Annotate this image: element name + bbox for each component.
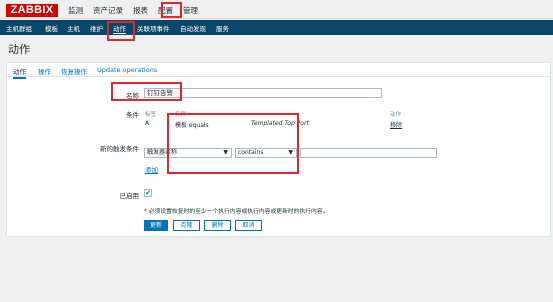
clone-button[interactable]: 克隆 (173, 220, 200, 231)
chevron-down-icon: ▼ (288, 149, 293, 156)
new-condition-label: 新的触发条件 (100, 145, 139, 153)
update-button[interactable]: 更新 (144, 220, 168, 231)
menu-item-inventory[interactable]: 资产记录 (93, 5, 123, 16)
menu-item-reports[interactable]: 报表 (133, 5, 148, 16)
cond-row-label: A (145, 120, 150, 127)
cond-header-action: 动作 (390, 112, 402, 118)
zabbix-logo[interactable]: ZABBIX (6, 4, 58, 17)
tab-bar: 动作 操作 恢复操作 Update operations (7, 63, 550, 79)
subnav-item-services[interactable]: 服务 (216, 23, 229, 33)
enabled-label: 已启用 (119, 192, 140, 200)
delete-button[interactable]: 删除 (204, 220, 231, 231)
sub-navigation: 主机群组 模板 主机 维护 动作 关联项事件 自动发现 服务 (0, 20, 553, 35)
tab-update-operations[interactable]: Update operations (97, 66, 157, 74)
add-condition-link[interactable]: 添加 (145, 164, 158, 174)
cond-header-label: 标签 (145, 112, 157, 118)
required-note: * 必须设置恢复时的至少一个执行内容或执行内容或更新时的执行内容。 (144, 206, 328, 215)
new-condition-operator-select[interactable]: contains ▼ (235, 148, 297, 158)
new-condition-operator-value: contains (238, 149, 264, 156)
subnav-item-host-groups[interactable]: 主机群组 (6, 23, 32, 33)
page-title: 动作 (8, 44, 30, 56)
new-condition-value-field[interactable] (300, 148, 437, 158)
menu-item-administration[interactable]: 管理 (183, 5, 198, 16)
subnav-item-templates[interactable]: 模板 (45, 23, 58, 33)
subnav-item-actions[interactable]: 动作 (113, 23, 126, 34)
tab-operations[interactable]: 操作 (38, 66, 51, 76)
required-note-text: 必须设置恢复时的至少一个执行内容或执行内容或更新时的执行内容。 (146, 209, 329, 215)
name-label: 名称 (126, 92, 139, 100)
menu-item-monitoring[interactable]: 监测 (68, 5, 83, 16)
cond-header-name: 名称 (175, 112, 187, 118)
subnav-item-hosts[interactable]: 主机 (67, 23, 80, 33)
cond-row-remove-link[interactable]: 移除 (390, 120, 402, 129)
chevron-down-icon: ▼ (223, 149, 228, 156)
menu-item-configuration[interactable]: 配置 (158, 5, 173, 16)
enabled-checkbox[interactable]: ✔ (144, 189, 152, 197)
name-field[interactable]: 钉钉告警 (144, 88, 382, 98)
tab-recovery-operations[interactable]: 恢复操作 (61, 66, 87, 76)
cond-row-name-value: Templated Top Port (251, 120, 309, 127)
new-condition-type-select[interactable]: 触发器名称 ▼ (144, 148, 232, 158)
conditions-label: 条件 (126, 111, 139, 119)
cond-row-name-prefix: 模板 equals (175, 122, 209, 129)
new-condition-type-value: 触发器名称 (147, 149, 178, 156)
cancel-button[interactable]: 取消 (235, 220, 262, 231)
action-form-panel: 动作 操作 恢复操作 Update operations 名称 钉钉告警 条件 … (6, 62, 551, 237)
main-menu: 监测 资产记录 报表 配置 管理 (68, 5, 208, 16)
subnav-item-event-correlation[interactable]: 关联项事件 (137, 23, 170, 33)
subnav-item-discovery[interactable]: 自动发现 (180, 23, 206, 33)
top-header: ZABBIX 监测 资产记录 报表 配置 管理 (0, 0, 553, 19)
tab-action[interactable]: 动作 (13, 66, 26, 79)
subnav-item-maintenance[interactable]: 维护 (90, 23, 103, 33)
